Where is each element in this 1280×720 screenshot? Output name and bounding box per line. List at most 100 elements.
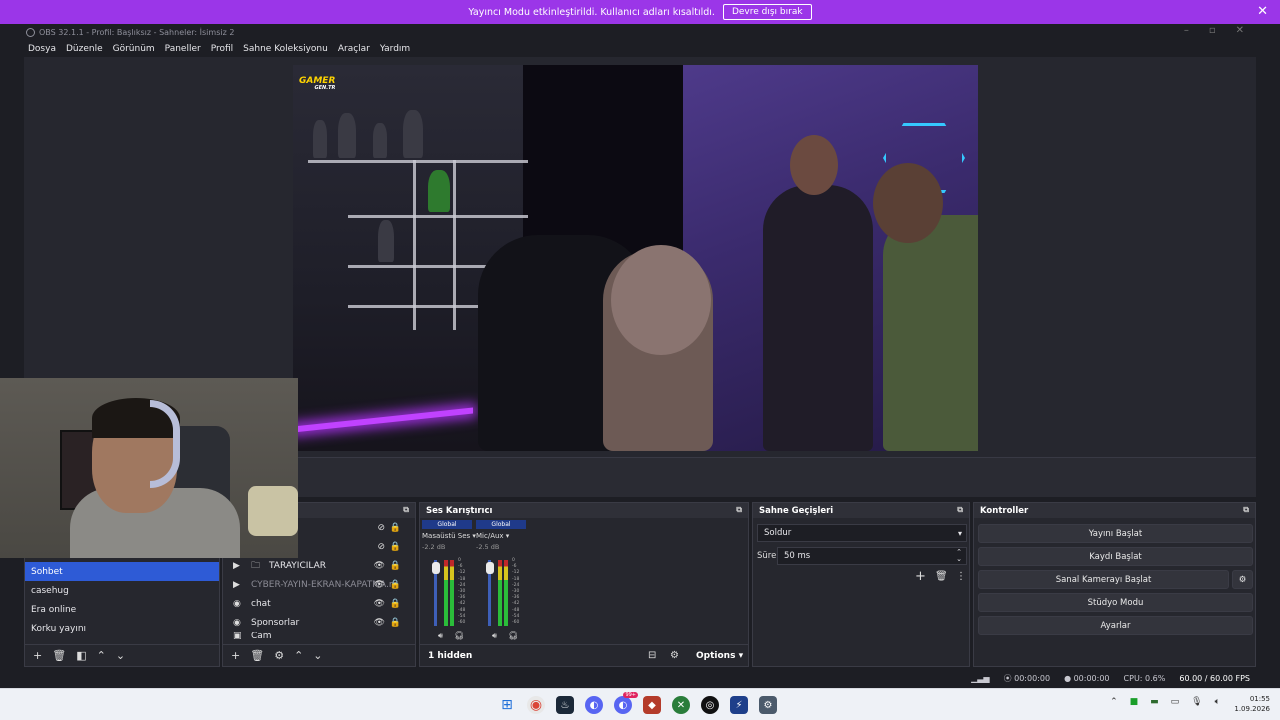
transition-select[interactable]: Soldur ▾ <box>757 524 967 542</box>
menu-edit[interactable]: Düzenle <box>66 44 103 54</box>
windows-start-icon[interactable]: ⊞ <box>498 696 516 714</box>
discord-icon[interactable]: ◐ 99+ <box>614 692 638 714</box>
speaker-icon[interactable]: 🔊︎ <box>492 631 497 641</box>
source-item[interactable]: ◉ chat 👁 🔒 <box>223 594 415 613</box>
move-down-icon[interactable]: ⌄ <box>116 649 125 662</box>
steam-icon[interactable]: ♨ <box>556 696 574 714</box>
brave-icon[interactable]: ◆ <box>643 696 661 714</box>
remove-source-icon[interactable]: 🗑 <box>250 649 264 662</box>
menu-tools[interactable]: Araçlar <box>338 44 370 54</box>
start-streaming-button[interactable]: Yayını Başlat <box>978 524 1253 543</box>
stream-preview[interactable]: GAMER GEN.TR <box>293 65 978 451</box>
more-options-icon[interactable]: ⋮ <box>956 571 966 582</box>
source-item[interactable]: ▶ 🗀 TARAYICILAR 👁 🔒 <box>223 556 415 575</box>
app-icon[interactable]: ⚡ <box>730 696 748 714</box>
studio-mode-button[interactable]: Stüdyo Modu <box>978 593 1253 612</box>
close-icon[interactable]: ✕ <box>1257 4 1268 19</box>
add-source-icon[interactable]: + <box>231 649 240 662</box>
xbox-icon[interactable]: ✕ <box>672 696 690 714</box>
lock-icon[interactable]: 🔒 <box>390 542 401 552</box>
add-scene-icon[interactable]: + <box>33 649 42 662</box>
discord-icon[interactable]: ◐ <box>585 696 603 714</box>
lock-icon[interactable]: 🔒 <box>390 561 401 571</box>
add-transition-icon[interactable]: + <box>915 569 926 584</box>
volume-knob[interactable] <box>486 562 494 574</box>
menu-file[interactable]: Dosya <box>28 44 56 54</box>
float-icon[interactable]: ⧉ <box>1243 505 1249 515</box>
taskbar: ⊞ ◉ ♨ ◐ ◐ 99+ ◆ ✕ ◎ ⚡ ⚙ ⌃ ■ ▬ ▭ 🎙︎ 🔈︎ 01:… <box>0 688 1280 720</box>
microphone-icon[interactable]: 🎙︎ <box>1191 697 1202 707</box>
channel-name[interactable]: Masaüstü Ses ▾ <box>422 532 476 540</box>
eye-icon[interactable]: 👁 <box>374 599 385 609</box>
lock-icon[interactable]: 🔒 <box>390 580 401 590</box>
options-button[interactable]: Options ▾ <box>696 651 743 661</box>
filters-icon[interactable]: ◧ <box>76 649 86 662</box>
level-meter <box>498 560 502 626</box>
level-meter <box>450 560 454 626</box>
close-window-icon[interactable]: ✕ <box>1236 25 1244 36</box>
menu-help[interactable]: Yardım <box>380 44 410 54</box>
settings-gear-icon[interactable]: ⚙ <box>759 696 777 714</box>
maximize-icon[interactable]: ▫ <box>1209 25 1216 36</box>
source-item[interactable]: ▶ CYBER-YAYIN-EKRAN-KAPATMA.m 👁 🔒 <box>223 575 415 594</box>
move-down-icon[interactable]: ⌄ <box>313 649 322 662</box>
tray-app-icon[interactable]: ▬ <box>1150 697 1159 707</box>
disable-streamer-mode-button[interactable]: Devre dışı bırak <box>722 4 812 20</box>
lock-icon[interactable]: 🔒 <box>390 618 401 628</box>
scene-item[interactable]: Era online <box>25 600 219 619</box>
volume-icon[interactable]: 🔈︎ <box>1215 697 1220 707</box>
start-virtual-camera-button[interactable]: Sanal Kamerayı Başlat <box>978 570 1229 589</box>
obs-icon[interactable]: ◎ <box>701 696 719 714</box>
remove-transition-icon[interactable]: 🗑 <box>935 571 948 582</box>
scene-item[interactable]: casehug <box>25 581 219 600</box>
monitor-icon[interactable]: ▭ <box>1171 697 1180 707</box>
system-clock[interactable]: 01:55 1.09.2026 <box>1234 694 1270 714</box>
expand-icon[interactable]: ▶ <box>233 561 247 571</box>
channel-name[interactable]: Mic/Aux ▾ <box>476 532 526 540</box>
headphones-icon[interactable]: 🎧︎ <box>508 631 518 640</box>
move-up-icon[interactable]: ⌃ <box>294 649 303 662</box>
lock-icon[interactable]: 🔒 <box>390 599 401 609</box>
chevron-down-icon: ▾ <box>957 528 962 538</box>
spinner-icon[interactable]: ⌃ ⌄ <box>956 549 962 563</box>
source-settings-icon[interactable]: ⚙ <box>274 649 284 662</box>
nvidia-icon[interactable]: ■ <box>1130 697 1139 707</box>
start-recording-button[interactable]: Kaydı Başlat <box>978 547 1253 566</box>
duration-input[interactable]: 50 ms ⌃ ⌄ <box>777 547 967 565</box>
menu-docks[interactable]: Paneller <box>165 44 201 54</box>
remove-scene-icon[interactable]: 🗑 <box>52 649 66 662</box>
eye-icon[interactable]: 👁 <box>374 580 385 590</box>
scene-item[interactable]: Sohbet <box>25 562 219 581</box>
float-icon[interactable]: ⧉ <box>736 505 742 515</box>
system-tray: ⌃ ■ ▬ ▭ 🎙︎ 🔈︎ <box>1110 697 1220 707</box>
global-badge: Global <box>422 520 472 529</box>
volume-knob[interactable] <box>432 562 440 574</box>
menu-view[interactable]: Görünüm <box>113 44 155 54</box>
chevron-up-icon[interactable]: ⌃ <box>1110 697 1118 707</box>
settings-button[interactable]: Ayarlar <box>978 616 1253 635</box>
lock-icon[interactable]: 🔒 <box>390 523 401 533</box>
float-icon[interactable]: ⧉ <box>403 505 409 515</box>
float-icon[interactable]: ⧉ <box>957 505 963 515</box>
headphones-icon[interactable]: 🎧︎ <box>454 631 464 640</box>
menu-scene-collection[interactable]: Sahne Koleksiyonu <box>243 44 328 54</box>
source-item[interactable]: ◉ Sponsorlar 👁 🔒 <box>223 613 415 632</box>
eye-icon[interactable]: 👁 <box>374 618 385 628</box>
source-label: chat <box>251 598 271 609</box>
chrome-icon[interactable]: ◉ <box>527 696 545 714</box>
layout-icon[interactable]: ⊟ <box>648 650 656 661</box>
audio-mixer-title-text: Ses Karıştırıcı <box>426 505 493 516</box>
menu-profile[interactable]: Profil <box>211 44 233 54</box>
hidden-eye-icon[interactable]: ⊘ <box>377 542 385 552</box>
speaker-icon[interactable]: 🔊︎ <box>438 631 443 641</box>
advanced-audio-icon[interactable]: ⚙ <box>670 650 679 661</box>
minimize-icon[interactable]: – <box>1184 25 1189 36</box>
hidden-eye-icon[interactable]: ⊘ <box>377 523 385 533</box>
source-item[interactable]: ▣ Cam <box>223 632 415 640</box>
eye-icon[interactable]: 👁 <box>374 561 385 571</box>
scene-item[interactable]: Korku yayını <box>25 619 219 638</box>
banner-message: Yayıncı Modu etkinleştirildi. Kullanıcı … <box>468 6 715 18</box>
hidden-count[interactable]: 1 hidden <box>428 651 472 661</box>
move-up-icon[interactable]: ⌃ <box>97 649 106 662</box>
virtual-camera-settings-icon[interactable]: ⚙ <box>1232 570 1253 589</box>
